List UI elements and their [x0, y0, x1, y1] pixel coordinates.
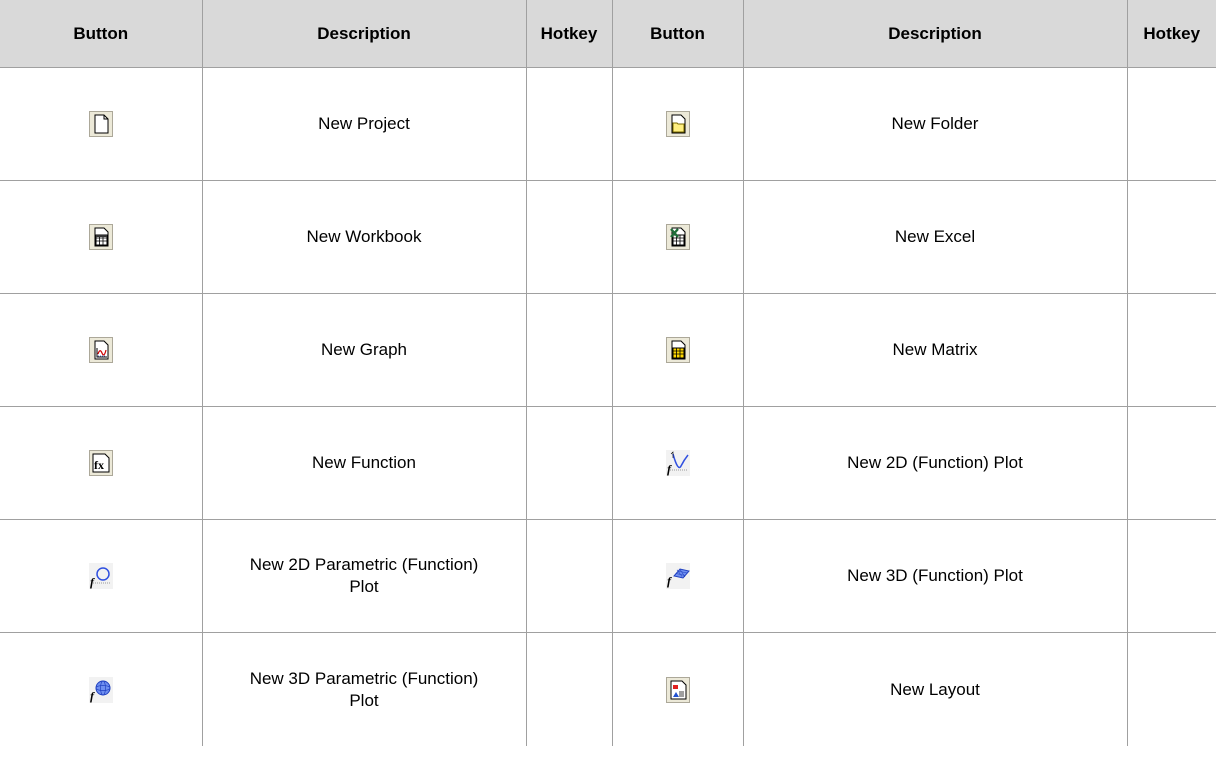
button-cell: f — [0, 519, 202, 633]
header-button: Button — [611, 0, 743, 68]
table-row: New Workbook New Excel — [0, 180, 1216, 294]
new-matrix-icon[interactable] — [665, 337, 690, 363]
description-cell: New Folder — [742, 67, 1127, 181]
hotkey-cell — [1126, 180, 1216, 294]
new-function-icon[interactable]: fx — [88, 450, 113, 476]
description-cell: New 2D Parametric (Function) Plot — [201, 519, 526, 633]
hotkey-cell — [525, 519, 612, 633]
table-row: New Project New Folder — [0, 67, 1216, 181]
header-description: Description — [742, 0, 1127, 68]
hotkey-cell — [1126, 406, 1216, 520]
new-graph-icon[interactable] — [88, 337, 113, 363]
description-cell: New Excel — [742, 180, 1127, 294]
description-cell: New Layout — [742, 632, 1127, 746]
hotkey-cell — [525, 180, 612, 294]
button-cell — [611, 632, 743, 746]
new-3d-function-plot-icon[interactable]: f — [665, 563, 690, 589]
table-row: New Graph New Matrix — [0, 293, 1216, 407]
header-hotkey: Hotkey — [1126, 0, 1216, 68]
hotkey-cell — [1126, 632, 1216, 746]
hotkey-cell — [525, 293, 612, 407]
button-cell — [0, 180, 202, 294]
table-row: f New 2D Parametric (Function) Plot f Ne… — [0, 519, 1216, 633]
button-cell — [611, 293, 743, 407]
button-cell — [0, 67, 202, 181]
new-2d-function-plot-icon[interactable]: f — [665, 450, 690, 476]
description-cell: New Graph — [201, 293, 526, 407]
button-cell: f — [611, 406, 743, 520]
header-button: Button — [0, 0, 202, 68]
hotkey-cell — [1126, 67, 1216, 181]
header-description: Description — [201, 0, 526, 68]
header-hotkey: Hotkey — [525, 0, 612, 68]
hotkey-cell — [1126, 293, 1216, 407]
button-cell — [0, 293, 202, 407]
description-cell: New 3D (Function) Plot — [742, 519, 1127, 633]
hotkey-cell — [1126, 519, 1216, 633]
table-row: fx New Function f New 2D (Function) Plot — [0, 406, 1216, 520]
table-row: f New 3D Parametric (Function) Plot New … — [0, 632, 1216, 747]
new-2d-parametric-function-plot-icon[interactable]: f — [88, 563, 113, 589]
hotkey-cell — [525, 406, 612, 520]
button-cell — [611, 67, 743, 181]
button-cell: f — [0, 633, 202, 747]
button-cell: f — [611, 519, 743, 633]
new-workbook-icon[interactable] — [88, 224, 113, 250]
hotkey-cell — [525, 632, 612, 746]
new-3d-parametric-function-plot-icon[interactable]: f — [88, 676, 113, 703]
new-project-icon[interactable] — [88, 111, 113, 137]
header-row: Button Description Hotkey Button Descrip… — [0, 0, 1216, 68]
description-cell: New Workbook — [201, 180, 526, 294]
description-cell: New Matrix — [742, 293, 1127, 407]
svg-text:fx: fx — [94, 458, 104, 472]
description-cell: New 2D (Function) Plot — [742, 406, 1127, 520]
button-cell — [611, 180, 743, 294]
new-layout-icon[interactable] — [665, 676, 690, 703]
description-cell: New 3D Parametric (Function) Plot — [201, 632, 526, 746]
description-cell: New Function — [201, 406, 526, 520]
new-folder-icon[interactable] — [665, 111, 690, 137]
new-excel-icon[interactable] — [665, 224, 690, 250]
button-cell: fx — [0, 406, 202, 520]
button-reference-table: Button Description Hotkey Button Descrip… — [0, 0, 1216, 746]
hotkey-cell — [525, 67, 612, 181]
description-cell: New Project — [201, 67, 526, 181]
